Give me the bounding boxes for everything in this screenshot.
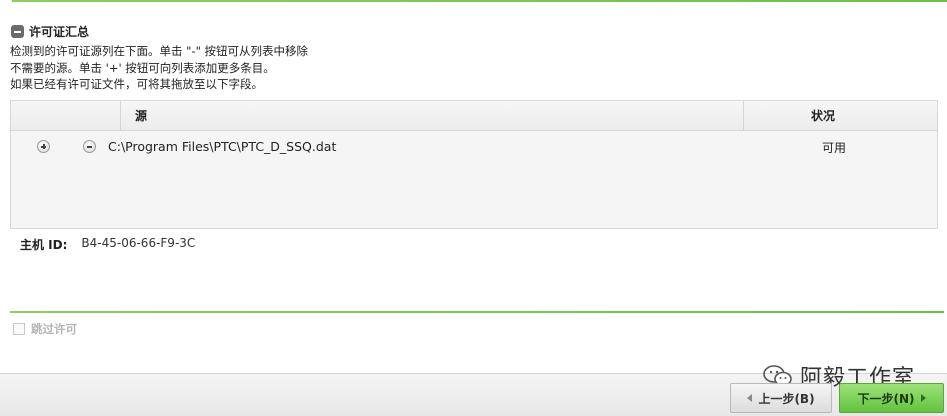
column-header-status[interactable]: 状况: [744, 101, 938, 130]
column-header-source[interactable]: 源: [121, 101, 744, 130]
previous-button[interactable]: 上一步(B): [730, 383, 832, 413]
table-row[interactable]: C:\Program Files\PTC\PTC_D_SSQ.dat 可用: [11, 135, 937, 157]
skip-license-option[interactable]: 跳过许可: [13, 321, 77, 337]
description: 检测到的许可证源列在下面。单击 "-" 按钮可从列表中移除 不需要的源。单击 '…: [10, 43, 370, 93]
collapse-icon[interactable]: [11, 25, 24, 38]
host-id-label: 主机 ID:: [20, 238, 68, 252]
minus-circle-icon[interactable]: [83, 140, 96, 153]
description-line: 不需要的源。单击 '+' 按钮可向列表添加更多条目。: [10, 60, 275, 75]
arrow-left-icon: [747, 394, 753, 402]
license-source-path: C:\Program Files\PTC\PTC_D_SSQ.dat: [108, 139, 337, 154]
license-source-table[interactable]: 源 状况 C:\Program Files\PTC\PTC_D_SSQ.dat …: [10, 100, 938, 229]
top-divider: [12, 0, 947, 2]
license-status: 可用: [822, 141, 847, 155]
previous-button-label: 上一步(B): [758, 391, 815, 406]
arrow-right-icon: [920, 394, 926, 402]
host-id-value: B4-45-06-66-F9-3C: [81, 236, 196, 250]
description-line: 检测到的许可证源列在下面。单击 "-" 按钮可从列表中移除: [10, 44, 309, 58]
next-button-label: 下一步(N): [857, 391, 915, 406]
skip-license-label: 跳过许可: [31, 322, 77, 336]
next-button[interactable]: 下一步(N): [839, 383, 944, 413]
middle-divider: [10, 311, 944, 313]
section-title: 许可证汇总: [29, 25, 90, 39]
license-summary-header[interactable]: 许可证汇总: [11, 23, 89, 40]
table-header: 源 状况: [11, 101, 937, 131]
skip-license-checkbox[interactable]: [13, 323, 25, 335]
plus-circle-icon[interactable]: [37, 140, 50, 153]
header-spacer: [11, 101, 121, 130]
host-id: 主机 ID: B4-45-06-66-F9-3C: [20, 236, 195, 253]
description-line: 如果已经有许可证文件，可将其拖放至以下字段。: [10, 77, 263, 91]
